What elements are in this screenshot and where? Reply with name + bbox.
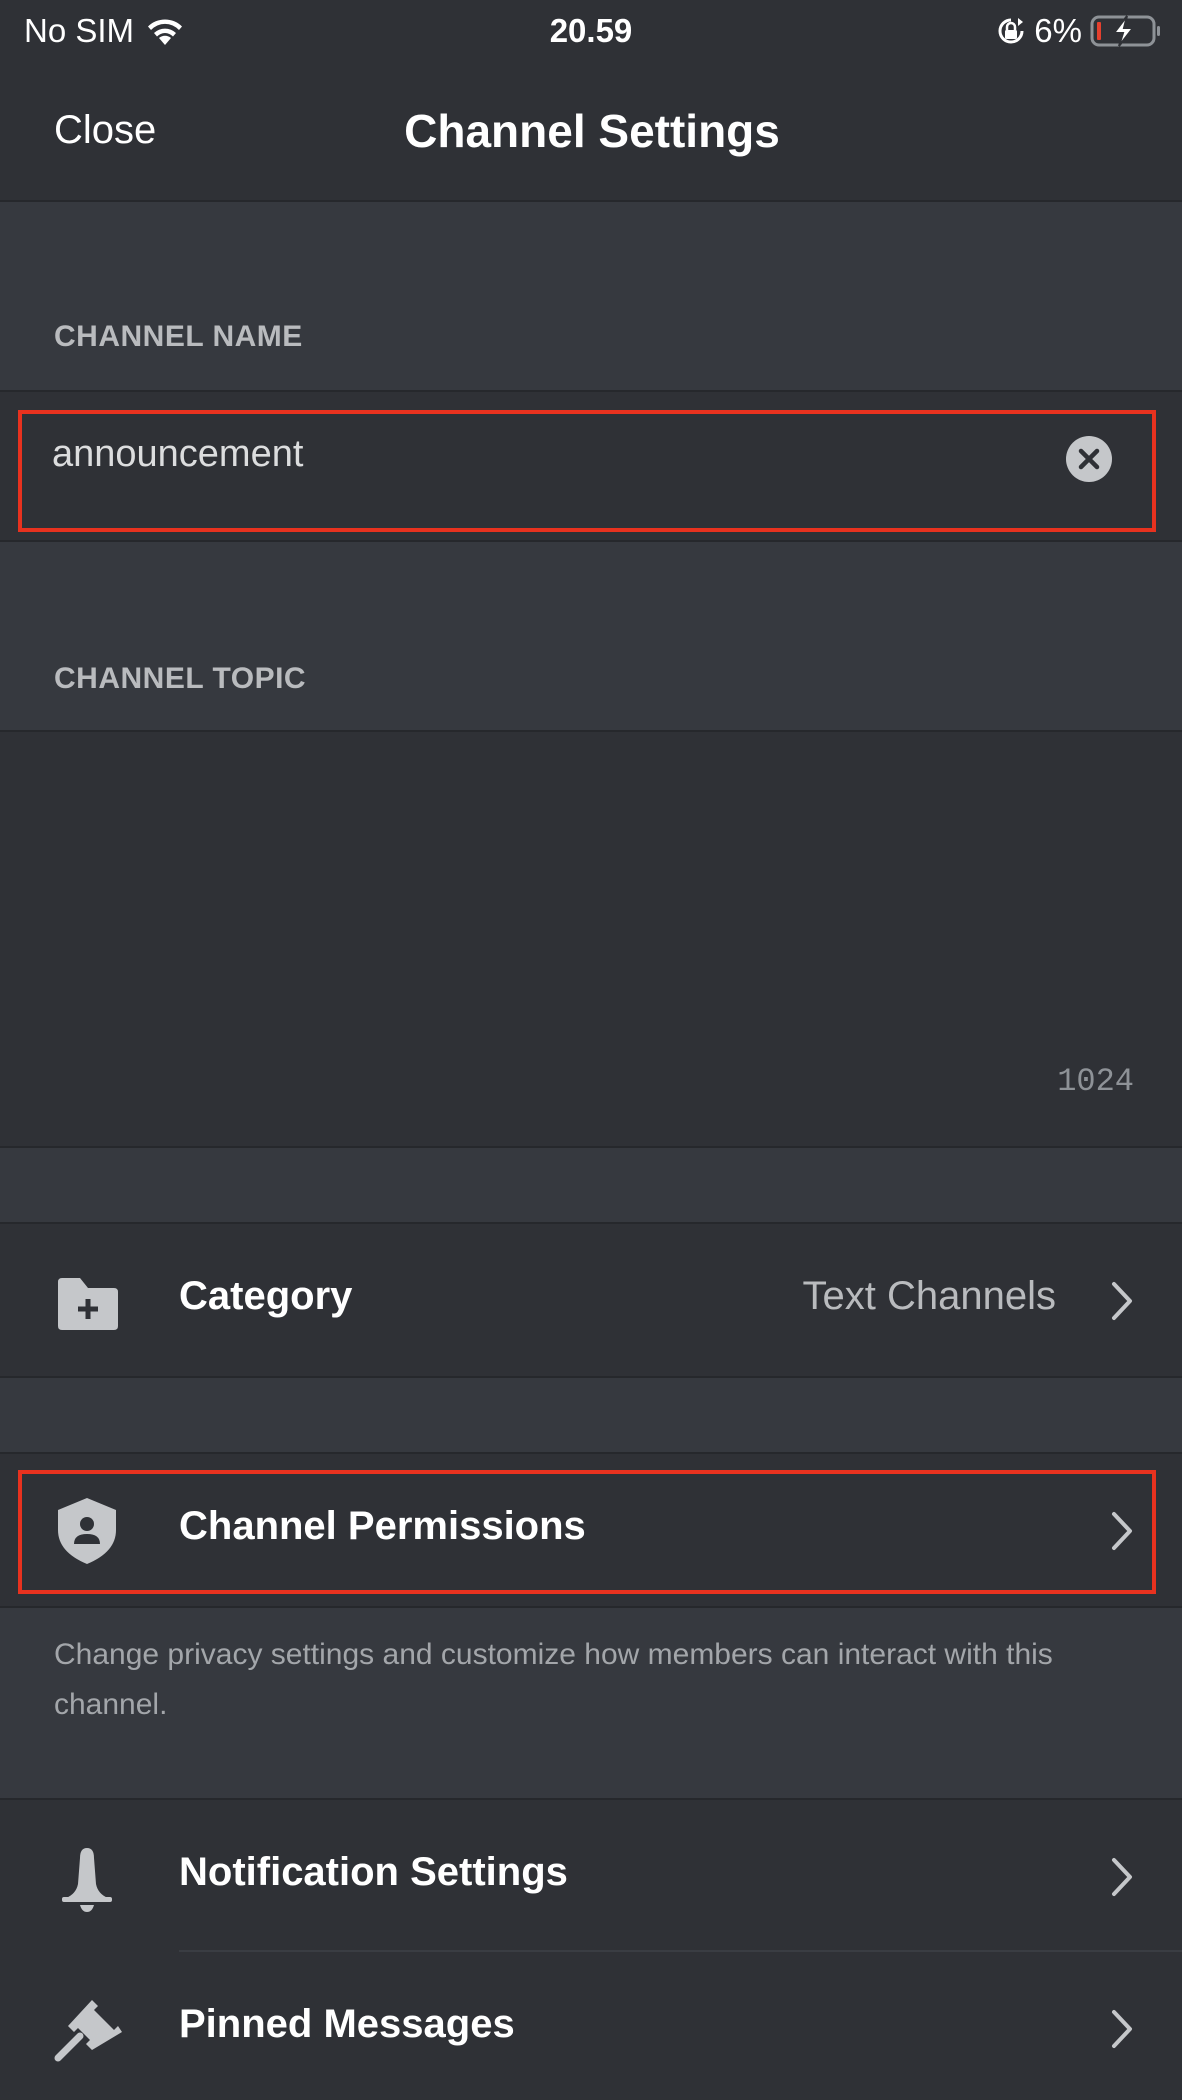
pinned-messages-row[interactable]: Pinned Messages [0, 1952, 1182, 2100]
pinned-messages-label: Pinned Messages [179, 2002, 515, 2046]
category-row[interactable]: Category Text Channels [0, 1224, 1182, 1376]
orientation-lock-icon [998, 18, 1024, 44]
channel-topic-label: CHANNEL TOPIC [54, 662, 307, 695]
channel-topic-section-header: CHANNEL TOPIC [0, 542, 1182, 730]
notification-settings-label: Notification Settings [179, 1850, 568, 1894]
chevron-right-icon [1112, 1512, 1132, 1550]
channel-topic-input[interactable] [50, 762, 1134, 1066]
channel-name-section-header: CHANNEL NAME [0, 202, 1182, 390]
category-label: Category [179, 1274, 353, 1318]
nav-header: Close Channel Settings [0, 68, 1182, 202]
notification-settings-row[interactable]: Notification Settings [0, 1800, 1182, 1952]
topic-char-counter: 1024 [1057, 1063, 1134, 1100]
shield-user-icon [58, 1498, 116, 1564]
clear-circle-icon[interactable] [1066, 436, 1112, 482]
battery-charging-icon [1090, 15, 1160, 47]
pin-icon [54, 2000, 122, 2062]
page-title-text: Channel Settings [404, 105, 780, 157]
folder-plus-icon [58, 1278, 118, 1330]
carrier-label: No SIM [24, 12, 135, 49]
channel-name-row [0, 392, 1182, 540]
channel-name-label: CHANNEL NAME [54, 320, 303, 353]
channel-topic-area: 1024 [0, 732, 1182, 1146]
category-value: Text Channels [802, 1274, 1056, 1318]
chevron-right-icon [1112, 1858, 1132, 1896]
chevron-right-icon [1112, 2010, 1132, 2048]
channel-settings-screen: No SIM 20.59 6% Close Channel Settings C… [0, 0, 1182, 2100]
chevron-right-icon [1112, 1282, 1132, 1320]
battery-percent: 6% [1034, 12, 1082, 49]
channel-permissions-label: Channel Permissions [179, 1504, 586, 1548]
channel-permissions-row[interactable]: Channel Permissions [0, 1454, 1182, 1606]
bell-icon [62, 1848, 112, 1912]
section-spacer [0, 1148, 1182, 1222]
section-spacer [0, 1378, 1182, 1452]
wifi-icon [148, 19, 183, 45]
page-title: Channel Settings [0, 104, 1182, 158]
close-button[interactable]: Close [54, 108, 156, 153]
channel-name-input[interactable] [50, 432, 1034, 477]
permissions-helper-text: Change privacy settings and customize ho… [54, 1638, 1053, 1721]
status-bar: No SIM 20.59 6% [0, 0, 1182, 68]
